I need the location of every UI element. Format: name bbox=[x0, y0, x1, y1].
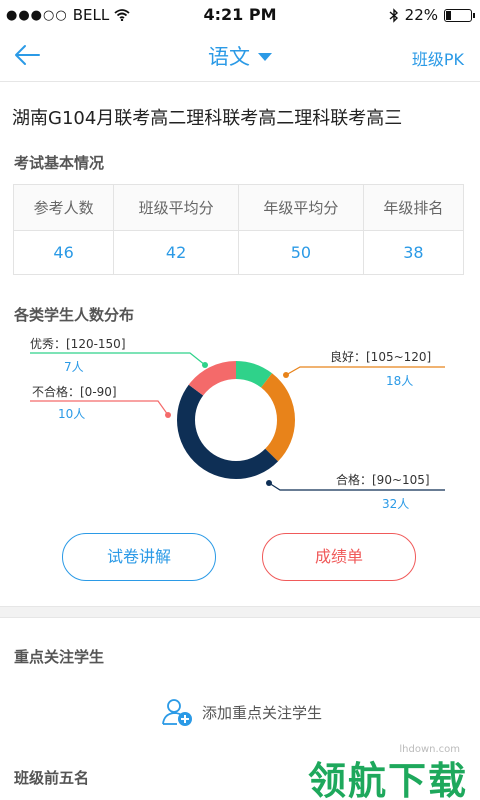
distribution-heading: 各类学生人数分布 bbox=[14, 306, 135, 324]
header-grade-average: 年级平均分 bbox=[237, 184, 364, 231]
label-excellent: 优秀：[120-150] bbox=[30, 337, 126, 351]
leader-line-fail bbox=[30, 400, 169, 416]
exam-explain-button[interactable]: 试卷讲解 bbox=[62, 533, 216, 581]
subject-selector[interactable]: 语文 bbox=[0, 41, 480, 71]
leader-line-excellent bbox=[30, 352, 206, 366]
header-participants: 参考人数 bbox=[12, 184, 115, 231]
count-fail: 10人 bbox=[58, 407, 86, 421]
add-focus-student-button[interactable]: 添加重点关注学生 bbox=[160, 697, 322, 727]
add-focus-student-label: 添加重点关注学生 bbox=[202, 703, 323, 722]
leader-line-good bbox=[285, 366, 445, 376]
basic-info-heading: 考试基本情况 bbox=[14, 154, 105, 172]
count-good: 18人 bbox=[386, 374, 414, 388]
value-grade-average: 50 bbox=[237, 230, 364, 275]
add-user-icon bbox=[162, 699, 192, 726]
subject-title: 语文 bbox=[208, 45, 250, 69]
battery-percent: 22% bbox=[404, 6, 438, 24]
screen: ●●●○○ BELL 4:21 PM 22% 语文 班级PK 湖南G104月联考… bbox=[0, 0, 480, 800]
battery-icon bbox=[444, 8, 475, 22]
leader-dot-good bbox=[283, 372, 289, 378]
count-excellent: 7人 bbox=[64, 360, 84, 374]
status-bar: ●●●○○ BELL 4:21 PM 22% bbox=[0, 0, 480, 30]
watermark: lhdown.com 领航下载 bbox=[308, 740, 468, 800]
leader-dot-fail bbox=[165, 412, 171, 418]
basic-info-table: 参考人数 班级平均分 年级平均分 年级排名 46 42 50 38 bbox=[12, 184, 465, 275]
header-class-average: 班级平均分 bbox=[113, 184, 239, 231]
watermark-text: 领航下载 bbox=[307, 759, 468, 800]
watermark-url: lhdown.com bbox=[399, 744, 460, 755]
label-good: 良好：[105~120] bbox=[330, 350, 432, 364]
distribution-chart: 优秀：[120-150] 7人 良好：[105~120] 18人 合格：[90~… bbox=[0, 325, 480, 525]
header-grade-rank: 年级排名 bbox=[362, 184, 465, 231]
value-class-average: 42 bbox=[113, 230, 239, 275]
section-divider bbox=[0, 606, 480, 618]
score-report-button[interactable]: 成绩单 bbox=[262, 533, 416, 581]
chevron-down-icon bbox=[258, 52, 272, 61]
count-pass: 32人 bbox=[382, 497, 410, 511]
exam-title: 湖南G104月联考高二理科联考高二理科联考高三 bbox=[12, 108, 403, 129]
class-pk-button[interactable]: 班级PK bbox=[412, 46, 464, 70]
label-fail: 不合格：[0-90] bbox=[32, 385, 117, 399]
value-grade-rank: 38 bbox=[362, 230, 465, 275]
leader-dot-pass bbox=[266, 480, 272, 486]
value-participants: 46 bbox=[12, 230, 115, 275]
focus-students-heading: 重点关注学生 bbox=[14, 648, 105, 666]
leader-dot-excellent bbox=[202, 362, 208, 368]
bluetooth-icon bbox=[389, 7, 398, 23]
label-pass: 合格：[90~105] bbox=[336, 473, 430, 487]
nav-bar: 语文 班级PK bbox=[0, 30, 480, 82]
top-five-heading: 班级前五名 bbox=[14, 769, 90, 787]
